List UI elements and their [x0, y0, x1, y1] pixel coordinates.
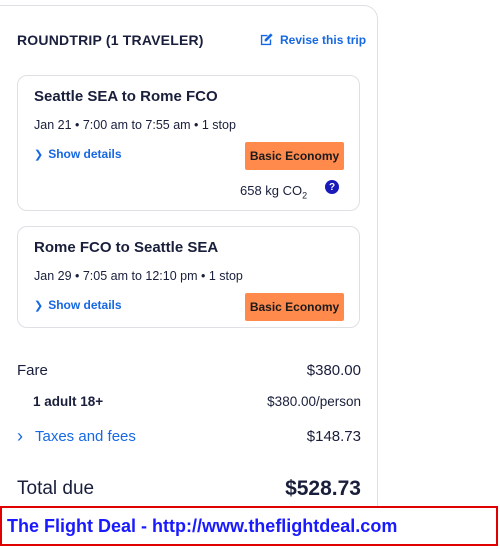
chevron-right-icon: ❯ — [34, 148, 44, 161]
adult-label: 1 adult 18+ — [33, 394, 104, 409]
chevron-right-icon: › — [17, 426, 23, 446]
show-details-label: Show details — [48, 298, 122, 312]
cabin-badge: Basic Economy — [245, 142, 344, 170]
question-icon[interactable]: ? — [325, 180, 339, 194]
revise-trip-link[interactable]: Revise this trip — [259, 32, 366, 47]
trip-summary-panel: ROUNDTRIP (1 TRAVELER) Revise this trip … — [0, 5, 378, 525]
trip-title: ROUNDTRIP (1 TRAVELER) — [17, 32, 204, 48]
chevron-right-icon: ❯ — [34, 299, 44, 312]
cabin-badge: Basic Economy — [245, 293, 344, 321]
flight-route: Rome FCO to Seattle SEA — [34, 239, 219, 256]
flight-deal-banner: The Flight Deal - http://www.theflightde… — [0, 506, 498, 546]
co2-value: 658 kg CO — [240, 183, 303, 198]
show-details-link[interactable]: ❯ Show details — [34, 147, 122, 161]
taxes-value: $148.73 — [306, 428, 361, 445]
adult-value: $380.00/person — [267, 394, 361, 409]
total-row: Total due $528.73 — [17, 477, 361, 501]
flight-card-outbound: Seattle SEA to Rome FCO Jan 21 • 7:00 am… — [17, 75, 360, 211]
fare-label: Fare — [17, 362, 48, 379]
flight-card-return: Rome FCO to Seattle SEA Jan 29 • 7:05 am… — [17, 226, 360, 328]
co2-subscript: 2 — [302, 190, 308, 201]
flight-route: Seattle SEA to Rome FCO — [34, 88, 218, 105]
show-details-link[interactable]: ❯ Show details — [34, 298, 122, 312]
revise-trip-label: Revise this trip — [280, 32, 367, 47]
adult-row: 1 adult 18+ $380.00/person — [17, 394, 361, 409]
total-label: Total due — [17, 478, 95, 499]
taxes-toggle[interactable]: › Taxes and fees — [17, 426, 136, 447]
flight-times: Jan 29 • 7:05 am to 12:10 pm • 1 stop — [34, 269, 243, 283]
flight-times: Jan 21 • 7:00 am to 7:55 am • 1 stop — [34, 118, 236, 132]
taxes-label: Taxes and fees — [35, 428, 136, 445]
fare-value: $380.00 — [306, 362, 361, 379]
co2-emissions: 658 kg CO2 — [240, 183, 307, 201]
taxes-row: › Taxes and fees $148.73 — [17, 426, 361, 447]
show-details-label: Show details — [48, 147, 122, 161]
banner-text: The Flight Deal - http://www.theflightde… — [7, 515, 398, 536]
edit-icon — [260, 33, 273, 46]
fare-row: Fare $380.00 — [17, 362, 361, 379]
total-value: $528.73 — [285, 477, 361, 500]
